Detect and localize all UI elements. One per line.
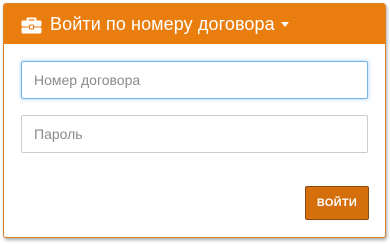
caret-down-icon bbox=[280, 21, 289, 27]
briefcase-icon bbox=[21, 17, 42, 33]
login-mode-dropdown[interactable]: Войти по номеру договора bbox=[4, 4, 385, 44]
contract-number-field[interactable] bbox=[21, 61, 368, 99]
login-button[interactable]: ВОЙТИ bbox=[305, 186, 369, 220]
login-panel: Войти по номеру договора ВОЙТИ bbox=[3, 3, 386, 238]
login-mode-title: Войти по номеру договора bbox=[50, 13, 275, 34]
password-field[interactable] bbox=[21, 115, 368, 153]
